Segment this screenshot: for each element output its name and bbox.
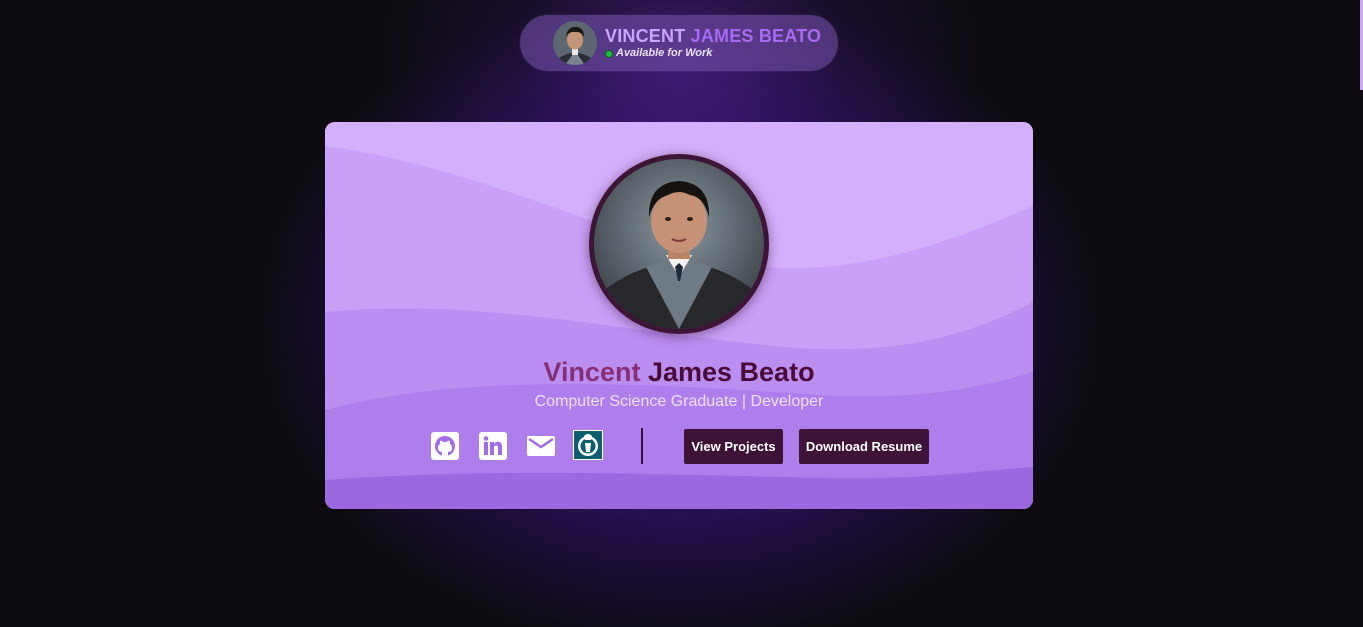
avatar-photo-icon	[553, 21, 597, 65]
profile-card: Vincent James Beato Computer Science Gra…	[325, 122, 1033, 509]
github-link[interactable]	[430, 431, 460, 461]
linkedin-icon	[479, 432, 507, 460]
profile-last-name: James Beato	[647, 357, 815, 387]
social-actions-divider	[641, 428, 643, 464]
download-resume-button[interactable]: Download Resume	[799, 429, 929, 464]
profile-tagline: Computer Science Graduate | Developer	[534, 393, 824, 410]
header-name: VINCENT JAMES BEATO	[605, 27, 821, 45]
linkedin-link[interactable]	[478, 431, 508, 461]
github-icon	[431, 432, 459, 460]
header-badge: VINCENT JAMES BEATO Available for Work	[520, 15, 838, 71]
codechef-icon	[573, 430, 603, 460]
header-avatar	[553, 21, 597, 65]
status-dot-icon	[605, 49, 613, 58]
availability-status: Available for Work	[616, 47, 713, 59]
header-first-name: VINCENT	[605, 26, 686, 46]
profile-first-name: Vincent	[543, 357, 641, 387]
profile-portrait-icon	[594, 159, 764, 329]
codechef-link[interactable]	[573, 430, 603, 460]
view-projects-button[interactable]: View Projects	[684, 429, 783, 464]
profile-name: Vincent James Beato	[325, 355, 1033, 389]
email-link[interactable]	[526, 431, 556, 461]
header-last-name: JAMES BEATO	[690, 26, 822, 46]
mail-icon	[527, 436, 555, 456]
profile-photo	[589, 154, 769, 334]
